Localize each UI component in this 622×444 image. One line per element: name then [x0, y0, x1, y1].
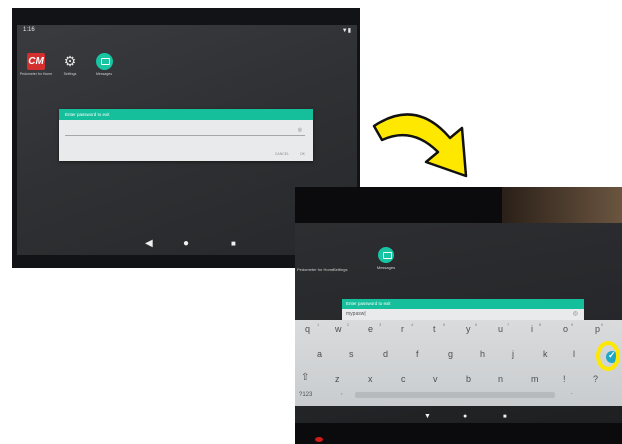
back-icon[interactable]: ◀	[145, 238, 153, 249]
app-messages[interactable]: Messages	[371, 247, 401, 270]
app-label: Settings	[63, 72, 77, 76]
key-f[interactable]: f	[416, 349, 419, 359]
home-icon[interactable]: ●	[183, 238, 189, 249]
app-label: Pedometer for Home	[297, 267, 335, 272]
key-hint: 7	[507, 322, 510, 327]
app-pedometer[interactable]: CM Pedometer for Home	[19, 53, 53, 76]
app-label: Messages	[96, 72, 112, 76]
key-l[interactable]: l	[573, 349, 575, 359]
key-p[interactable]: p	[595, 324, 600, 334]
key-t[interactable]: t	[433, 324, 436, 334]
password-field[interactable]: ◎	[65, 127, 305, 136]
key-h[interactable]: h	[480, 349, 485, 359]
on-screen-keyboard: 1 2 3 4 5 6 7 8 9 0 q w e r t y u i o p …	[295, 320, 622, 406]
app-settings[interactable]: ⚙ Settings	[53, 53, 87, 76]
spacebar[interactable]	[355, 392, 555, 398]
eye-icon[interactable]: ◎	[298, 127, 302, 133]
key-v[interactable]: v	[433, 374, 438, 384]
key-hint: 8	[539, 322, 542, 327]
ok-button[interactable]: OK	[300, 152, 305, 156]
message-icon	[378, 247, 394, 263]
key-hint: 0	[601, 322, 604, 327]
key-o[interactable]: o	[563, 324, 568, 334]
highlight-circle	[596, 341, 620, 371]
indicator-light	[315, 437, 323, 442]
key-q[interactable]: q	[305, 324, 310, 334]
recents-icon[interactable]: ■	[231, 239, 236, 248]
app-messages[interactable]: Messages	[87, 53, 121, 76]
password-field[interactable]: mypasw| ◎	[342, 309, 584, 320]
key-hint: 2	[347, 322, 350, 327]
key-j[interactable]: j	[512, 349, 514, 359]
shift-icon[interactable]: ⇧	[301, 372, 309, 383]
app-label: Messages	[376, 265, 396, 270]
cm-icon: CM	[27, 53, 45, 70]
recents-icon[interactable]: ■	[503, 414, 507, 420]
eye-icon[interactable]: ◎	[573, 310, 578, 317]
key-b[interactable]: b	[466, 374, 471, 384]
key-c[interactable]: c	[401, 374, 406, 384]
key-e[interactable]: e	[368, 324, 373, 334]
key-hint: 4	[411, 322, 414, 327]
app-label: Settings	[333, 267, 348, 272]
app-label: Pedometer for Home	[19, 72, 53, 76]
key-question[interactable]: ?	[593, 374, 598, 384]
dialog-title: Enter password to exit	[59, 109, 313, 120]
key-hint: 6	[475, 322, 478, 327]
key-a[interactable]: a	[317, 349, 322, 359]
message-icon	[95, 53, 113, 70]
status-time: 1:16	[23, 27, 35, 33]
status-bar: 1:16 ▼▮	[17, 25, 357, 37]
background-wall	[502, 187, 622, 225]
period-key[interactable]: .	[571, 390, 573, 396]
key-n[interactable]: n	[498, 374, 503, 384]
status-icons: ▼▮	[341, 28, 351, 34]
key-x[interactable]: x	[368, 374, 373, 384]
key-hint: 1	[317, 322, 320, 327]
key-s[interactable]: s	[349, 349, 354, 359]
comma-key[interactable]: ,	[341, 390, 343, 396]
back-icon[interactable]: ▼	[424, 413, 431, 420]
key-i[interactable]: i	[531, 324, 533, 334]
dialog-title: Enter password to exit	[342, 299, 584, 309]
key-hint: 9	[571, 322, 574, 327]
key-exclaim[interactable]: !	[563, 374, 566, 384]
photo-after: Pedometer for Home Settings Messages Ent…	[295, 187, 622, 444]
key-r[interactable]: r	[401, 324, 404, 334]
gear-icon: ⚙	[63, 53, 77, 69]
home-icon[interactable]: ●	[463, 413, 467, 420]
key-hint: 5	[443, 322, 446, 327]
key-k[interactable]: k	[543, 349, 548, 359]
key-d[interactable]: d	[383, 349, 388, 359]
key-u[interactable]: u	[498, 324, 503, 334]
key-hint: 3	[379, 322, 382, 327]
key-m[interactable]: m	[531, 374, 539, 384]
cancel-button[interactable]: CANCEL	[275, 152, 289, 156]
symbols-key[interactable]: ?123	[299, 392, 312, 398]
key-g[interactable]: g	[448, 349, 453, 359]
key-y[interactable]: y	[466, 324, 471, 334]
key-z[interactable]: z	[335, 374, 340, 384]
password-value: mypasw|	[346, 311, 366, 317]
curved-arrow-icon	[372, 113, 468, 178]
key-w[interactable]: w	[335, 324, 342, 334]
password-dialog: Enter password to exit ◎ CANCEL OK	[59, 109, 313, 161]
